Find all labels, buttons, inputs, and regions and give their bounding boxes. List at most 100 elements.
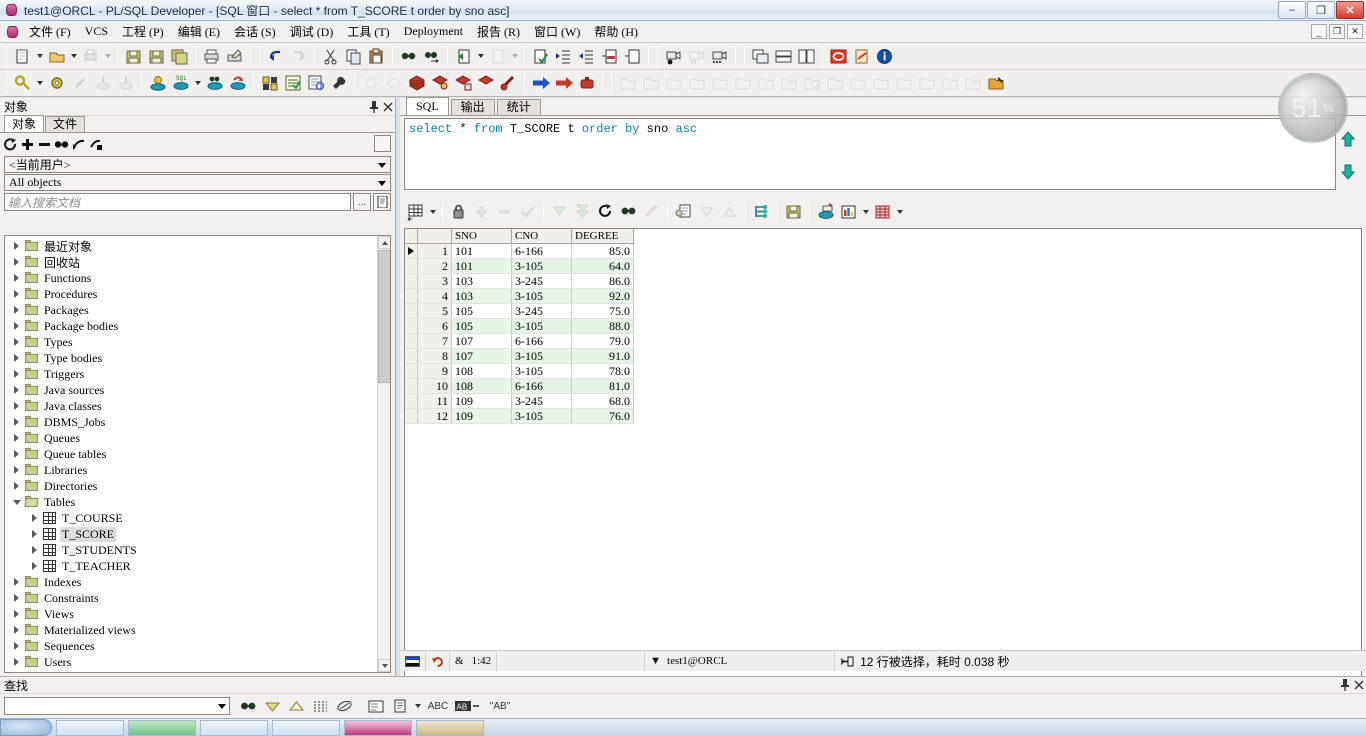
table-row[interactable]: 121093-10576.0 (405, 408, 634, 423)
cell-sno[interactable]: 107 (452, 348, 512, 363)
table-row[interactable]: 91083-10578.0 (405, 363, 634, 378)
cell-cno[interactable]: 3-105 (512, 408, 572, 423)
tree-node[interactable]: Users (5, 654, 377, 670)
rollback-db-icon[interactable] (226, 72, 249, 95)
report-window-icon[interactable] (281, 72, 304, 95)
table-row[interactable]: 11016-16685.0 (405, 243, 634, 258)
refresh-icon[interactable] (2, 135, 19, 153)
find-scope-dropdown-icon[interactable] (412, 695, 423, 718)
cell-degree[interactable]: 86.0 (572, 273, 634, 288)
tab-objects[interactable]: 对象 (4, 115, 44, 132)
new-package-icon[interactable] (405, 72, 428, 95)
cell-cno[interactable]: 3-105 (512, 258, 572, 273)
indent-icon[interactable] (552, 45, 575, 68)
scroll-down-icon[interactable] (378, 659, 391, 672)
save-icon[interactable] (122, 45, 145, 68)
record-macro-icon[interactable] (662, 45, 685, 68)
find-in-files-icon[interactable] (388, 695, 412, 717)
cell-degree[interactable]: 81.0 (572, 378, 634, 393)
cell-sno[interactable]: 101 (452, 258, 512, 273)
whole-word-toggle[interactable]: AB (453, 695, 483, 717)
find-icon[interactable] (236, 695, 260, 717)
cell-degree[interactable]: 85.0 (572, 243, 634, 258)
find-icon[interactable] (617, 200, 640, 223)
tree-node[interactable]: Procedures (5, 286, 377, 302)
find-icon[interactable] (53, 135, 70, 153)
menu-window[interactable]: 窗口 (W) (527, 21, 587, 42)
expand-arrow-icon[interactable] (9, 398, 24, 414)
chevron-down-icon[interactable]: ▼ (650, 655, 661, 667)
expand-arrow-icon[interactable] (27, 526, 42, 542)
tree-node[interactable]: Type bodies (5, 350, 377, 366)
cell-sno[interactable]: 108 (452, 363, 512, 378)
tile-horizontal-icon[interactable] (772, 45, 795, 68)
undo-icon[interactable] (264, 45, 287, 68)
tree-node[interactable]: Directories (5, 478, 377, 494)
expand-arrow-icon[interactable] (9, 478, 24, 494)
play-macro-icon[interactable] (708, 45, 731, 68)
cell-cno[interactable]: 3-245 (512, 303, 572, 318)
pin-icon[interactable] (367, 100, 381, 114)
about-info-icon[interactable] (873, 45, 896, 68)
chart-icon[interactable] (837, 200, 860, 223)
expand-arrow-icon[interactable] (9, 238, 24, 254)
plan-window-icon[interactable] (304, 72, 327, 95)
tree-node[interactable]: Views (5, 606, 377, 622)
find-input[interactable] (4, 697, 230, 715)
taskbar-item-3[interactable] (200, 720, 268, 736)
user-filter-combo[interactable]: <当前用户> (4, 156, 391, 173)
session-dropdown-icon[interactable] (34, 72, 45, 95)
column-header-cno[interactable]: CNO (512, 229, 572, 243)
tree-node[interactable]: Sequences (5, 638, 377, 654)
chevron-down-icon[interactable] (375, 177, 388, 189)
step-over-icon[interactable] (552, 72, 575, 95)
arrow-down-icon[interactable] (1340, 164, 1356, 180)
find-all-icon[interactable] (308, 695, 332, 717)
find-next-icon[interactable] (420, 45, 443, 68)
search-input[interactable]: 输入搜索文档 (4, 193, 351, 211)
deploy-settings-icon[interactable] (984, 72, 1007, 95)
save-all-icon[interactable] (168, 45, 191, 68)
object-type-filter-combo[interactable]: All objects (4, 174, 391, 191)
doc-icon[interactable] (373, 193, 391, 211)
table-row[interactable]: 71076-16679.0 (405, 333, 634, 348)
find-db-object-icon[interactable] (203, 72, 226, 95)
cell-sno[interactable]: 103 (452, 288, 512, 303)
new-trigger-icon[interactable] (474, 72, 497, 95)
menu-project[interactable]: 工程 (P) (115, 21, 171, 42)
expand-arrow-icon[interactable] (9, 382, 24, 398)
table-row[interactable]: 21013-10564.0 (405, 258, 634, 273)
minimize-button[interactable]: – (1278, 1, 1306, 19)
tree-node[interactable]: Triggers (5, 366, 377, 382)
column-header-sno[interactable]: SNO (452, 229, 512, 243)
close-icon[interactable] (1352, 678, 1366, 692)
cell-cno[interactable]: 6-166 (512, 243, 572, 258)
step-into-icon[interactable] (529, 72, 552, 95)
scroll-up-icon[interactable] (378, 236, 391, 249)
cell-sno[interactable]: 101 (452, 243, 512, 258)
cell-cno[interactable]: 6-166 (512, 333, 572, 348)
expand-arrow-icon[interactable] (9, 254, 24, 270)
comment-icon[interactable] (598, 45, 621, 68)
cell-cno[interactable]: 6-166 (512, 378, 572, 393)
table-row[interactable]: 41033-10592.0 (405, 288, 634, 303)
expand-arrow-icon[interactable] (27, 558, 42, 574)
cell-sno[interactable]: 103 (452, 273, 512, 288)
mdi-minimize-button[interactable]: _ (1311, 24, 1327, 39)
cell-degree[interactable]: 76.0 (572, 408, 634, 423)
tab-statistics[interactable]: 统计 (497, 99, 541, 115)
taskbar-item-4[interactable] (272, 720, 340, 736)
cell-sno[interactable]: 107 (452, 333, 512, 348)
refresh-icon[interactable] (594, 200, 617, 223)
cell-cno[interactable]: 3-105 (512, 318, 572, 333)
cell-degree[interactable]: 75.0 (572, 303, 634, 318)
find-previous-icon[interactable] (284, 695, 308, 717)
new-package-body-icon[interactable] (428, 72, 451, 95)
tree-node[interactable]: Tables (5, 494, 377, 510)
collapse-arrow-icon[interactable] (9, 494, 24, 510)
query-builder-icon[interactable] (814, 200, 837, 223)
menu-vcs[interactable]: VCS (78, 22, 115, 41)
table-row[interactable]: 51053-24575.0 (405, 303, 634, 318)
tree-node[interactable]: Constraints (5, 590, 377, 606)
taskbar-item-6[interactable] (416, 720, 484, 736)
